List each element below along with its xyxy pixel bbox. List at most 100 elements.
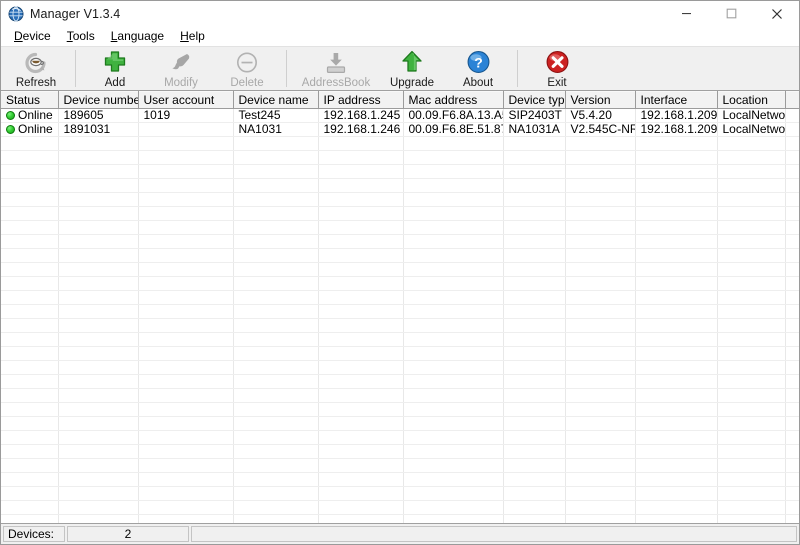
cell-empty	[565, 262, 636, 277]
table-row-empty[interactable]	[1, 206, 799, 221]
cell-empty	[717, 472, 786, 487]
table-row-empty[interactable]	[1, 416, 799, 431]
maximize-icon[interactable]	[709, 1, 754, 26]
cell-empty	[717, 234, 786, 249]
menu-item-device[interactable]: Device	[7, 28, 60, 45]
table-header: Status Device number User account Device na…	[1, 91, 799, 109]
cell-empty	[58, 262, 139, 277]
column-header-user-account[interactable]: User account	[138, 91, 234, 109]
cell-empty	[58, 304, 139, 319]
menu-device-rest: evice	[22, 29, 51, 43]
cell-empty	[138, 472, 234, 487]
table-row-empty[interactable]	[1, 178, 799, 193]
table-row-empty[interactable]	[1, 136, 799, 151]
table-row-empty[interactable]	[1, 304, 799, 319]
cell-empty	[717, 276, 786, 291]
globe-network-icon	[8, 6, 24, 22]
cell-empty	[58, 290, 139, 305]
cell-empty	[1, 318, 59, 333]
question-circle-icon: ?	[466, 50, 491, 75]
column-header-device-number[interactable]: Device number	[58, 91, 139, 109]
table-row-empty[interactable]	[1, 290, 799, 305]
column-header-device-name[interactable]: Device name	[233, 91, 319, 109]
cell-empty	[635, 220, 718, 235]
cell-empty	[233, 318, 319, 333]
cell-empty	[503, 360, 566, 375]
cell-empty	[233, 276, 319, 291]
table-row-empty[interactable]	[1, 248, 799, 263]
table-row-empty[interactable]	[1, 374, 799, 389]
table-row-empty[interactable]	[1, 514, 799, 523]
column-header-status[interactable]: Status	[1, 91, 59, 109]
cell-empty	[403, 248, 504, 263]
cell-empty	[1, 136, 59, 151]
table-row-empty[interactable]	[1, 332, 799, 347]
table-row[interactable]: Online 189605 1019 Test245 192.168.1.245 00.0…	[1, 108, 799, 123]
cell-empty	[1, 276, 59, 291]
device-table-container[interactable]: Status Device number User account Device na…	[1, 91, 799, 524]
table-row-empty[interactable]	[1, 360, 799, 375]
menu-item-tools[interactable]: Tools	[60, 28, 104, 45]
cell-status: Online	[1, 108, 59, 123]
table-row-empty[interactable]	[1, 150, 799, 165]
cell-gutter	[785, 416, 799, 431]
refresh-button[interactable]: Refresh	[3, 47, 69, 90]
menu-item-language[interactable]: Language	[104, 28, 173, 45]
table-row-empty[interactable]	[1, 164, 799, 179]
table-row-empty[interactable]	[1, 472, 799, 487]
table-row-empty[interactable]	[1, 486, 799, 501]
cell-device-number: 1891031	[58, 122, 139, 137]
cell-empty	[318, 458, 404, 473]
cell-empty	[635, 472, 718, 487]
cell-empty	[503, 206, 566, 221]
table-row-empty[interactable]	[1, 388, 799, 403]
table-row-empty[interactable]	[1, 458, 799, 473]
table-row-empty[interactable]	[1, 276, 799, 291]
cell-empty	[233, 178, 319, 193]
upgrade-button[interactable]: Upgrade	[379, 47, 445, 90]
cell-empty	[635, 234, 718, 249]
table-row-empty[interactable]	[1, 500, 799, 515]
table-row-empty[interactable]	[1, 430, 799, 445]
cell-empty	[233, 304, 319, 319]
cell-empty	[565, 318, 636, 333]
cell-empty	[58, 500, 139, 515]
column-header-location[interactable]: Location	[717, 91, 786, 109]
minimize-icon[interactable]	[664, 1, 709, 26]
cell-empty	[58, 206, 139, 221]
column-header-device-type[interactable]: Device type	[503, 91, 566, 109]
table-row-empty[interactable]	[1, 262, 799, 277]
cell-empty	[138, 290, 234, 305]
cell-empty	[503, 318, 566, 333]
column-header-mac-address[interactable]: Mac address	[403, 91, 504, 109]
cell-empty	[635, 206, 718, 221]
table-row-empty[interactable]	[1, 444, 799, 459]
table-row-empty[interactable]	[1, 318, 799, 333]
about-button[interactable]: ? About	[445, 47, 511, 90]
cell-empty	[58, 192, 139, 207]
close-icon[interactable]	[754, 1, 799, 26]
cell-empty	[717, 360, 786, 375]
column-header-interface[interactable]: Interface	[635, 91, 718, 109]
cell-empty	[318, 136, 404, 151]
table-row-empty[interactable]	[1, 234, 799, 249]
table-row-empty[interactable]	[1, 192, 799, 207]
table-row-empty[interactable]	[1, 220, 799, 235]
cell-empty	[717, 136, 786, 151]
table-row-empty[interactable]	[1, 402, 799, 417]
cell-gutter	[785, 220, 799, 235]
table-row-empty[interactable]	[1, 346, 799, 361]
cell-empty	[403, 416, 504, 431]
table-row[interactable]: Online 1891031 NA1031 192.168.1.246 00.09.F6…	[1, 122, 799, 137]
cell-empty	[635, 500, 718, 515]
column-header-version[interactable]: Version	[565, 91, 636, 109]
menu-item-help[interactable]: Help	[173, 28, 214, 45]
add-button[interactable]: Add	[82, 47, 148, 90]
cell-empty	[1, 360, 59, 375]
exit-button[interactable]: Exit	[524, 47, 590, 90]
cell-empty	[635, 276, 718, 291]
cell-empty	[503, 234, 566, 249]
cell-empty	[233, 346, 319, 361]
cell-gutter	[785, 290, 799, 305]
column-header-ip-address[interactable]: IP address	[318, 91, 404, 109]
